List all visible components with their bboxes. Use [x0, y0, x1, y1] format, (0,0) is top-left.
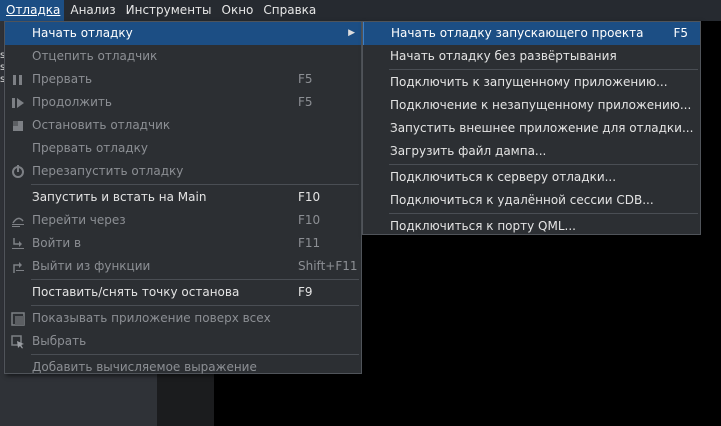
menu-item-label: Перезапустить отладку: [32, 164, 184, 178]
menu-item-interrupt[interactable]: Прервать F5: [5, 68, 361, 91]
menu-tools[interactable]: Инструменты: [120, 0, 216, 21]
menu-separator: [389, 164, 698, 165]
window-on-top-icon: [11, 312, 25, 326]
menu-item-shortcut: F5: [673, 26, 688, 40]
menu-item-start-debugging[interactable]: Начать отладку ▶: [5, 22, 361, 45]
menu-item-label: Прервать отладку: [32, 141, 148, 155]
menu-item-label: Подключить к запущенному приложению...: [390, 75, 668, 89]
menu-item-label: Выйти из функции: [32, 259, 151, 273]
menu-item-label: Начать отладку: [32, 26, 133, 40]
menu-item-label: Загрузить файл дампа...: [390, 144, 547, 158]
menu-item-restart-debugging[interactable]: Перезапустить отладку: [5, 160, 361, 183]
menu-item-label: Запустить и встать на Main: [32, 190, 207, 204]
menu-item-label: Подключение к незапущенному приложению..…: [390, 98, 692, 112]
menu-item-show-app-on-top[interactable]: Показывать приложение поверх всех: [5, 307, 361, 330]
step-into-icon: [12, 238, 24, 249]
menu-separator: [31, 354, 359, 355]
menu-debug[interactable]: Отладка: [0, 0, 65, 21]
menu-item-label: Остановить отладчик: [32, 118, 171, 132]
menu-item-label: Подключиться к удалённой сессии CDB...: [390, 193, 654, 207]
menu-item-shortcut: F5: [298, 95, 313, 109]
menu-item-label: Запустить внешнее приложение для отладки…: [390, 121, 694, 135]
pause-icon: [13, 75, 22, 85]
submenu-item-connect-debug-server[interactable]: Подключиться к серверу отладки...: [363, 166, 700, 189]
submenu-item-debug-startup-project[interactable]: Начать отладку запускающего проекта F5: [363, 22, 700, 45]
menu-item-shortcut: F9: [298, 285, 313, 299]
menu-item-continue[interactable]: Продолжить F5: [5, 91, 361, 114]
menu-separator: [31, 279, 359, 280]
menu-item-shortcut: F11: [298, 236, 321, 250]
menu-item-add-expression[interactable]: Добавить вычисляемое выражение: [5, 356, 361, 379]
menu-item-run-to-main[interactable]: Запустить и встать на Main F10: [5, 186, 361, 209]
menu-help[interactable]: Справка: [257, 0, 320, 21]
menu-analyze[interactable]: Анализ: [64, 0, 119, 21]
menu-item-label: Продолжить: [32, 95, 112, 109]
continue-icon: [12, 98, 24, 108]
step-over-icon: [12, 217, 24, 227]
submenu-item-load-dump-file[interactable]: Загрузить файл дампа...: [363, 140, 700, 163]
menu-bar: Отладка Анализ Инструменты Окно Справка: [0, 0, 721, 21]
menu-window[interactable]: Окно: [216, 0, 258, 21]
menu-item-toggle-breakpoint[interactable]: Поставить/снять точку останова F9: [5, 281, 361, 304]
menu-item-label: Начать отладку запускающего проекта: [391, 26, 644, 40]
menu-item-label: Подключиться к серверу отладки...: [390, 170, 617, 184]
menu-item-shortcut: F5: [298, 72, 313, 86]
menu-item-label: Перейти через: [32, 213, 126, 227]
menu-item-label: Начать отладку без развёртывания: [390, 49, 617, 63]
submenu-item-connect-qml-port[interactable]: Подключиться к порту QML...: [363, 215, 700, 238]
menu-item-select[interactable]: Выбрать: [5, 330, 361, 353]
menu-item-shortcut: F10: [298, 213, 321, 227]
menu-item-label: Добавить вычисляемое выражение: [32, 360, 257, 374]
submenu-item-debug-without-deploy[interactable]: Начать отладку без развёртывания: [363, 45, 700, 68]
select-cursor-icon: [11, 335, 24, 349]
menu-item-label: Отцепить отладчик: [32, 49, 158, 63]
menu-item-step-over[interactable]: Перейти через F10: [5, 209, 361, 232]
menu-item-label: Прервать: [32, 72, 93, 86]
menu-item-label: Подключиться к порту QML...: [390, 219, 576, 233]
menu-item-detach-debugger[interactable]: Отцепить отладчик: [5, 45, 361, 68]
menu-item-label: Выбрать: [32, 334, 87, 348]
debug-menu: Начать отладку ▶ Отцепить отладчик Прерв…: [4, 21, 362, 374]
menu-item-stop-debugger[interactable]: Остановить отладчик: [5, 114, 361, 137]
menu-separator: [31, 305, 359, 306]
submenu-item-attach-unstarted-app[interactable]: Подключение к незапущенному приложению..…: [363, 94, 700, 117]
menu-item-label: Войти в: [32, 236, 82, 250]
stop-icon: [13, 121, 23, 131]
start-debugging-submenu: Начать отладку запускающего проекта F5 Н…: [362, 21, 701, 235]
menu-item-label: Показывать приложение поверх всех: [32, 311, 271, 325]
menu-item-shortcut: Shift+F11: [298, 259, 358, 273]
restart-icon: [12, 165, 24, 178]
submenu-item-start-external-app[interactable]: Запустить внешнее приложение для отладки…: [363, 117, 700, 140]
menu-separator: [389, 213, 698, 214]
submenu-item-connect-cdb-session[interactable]: Подключиться к удалённой сессии CDB...: [363, 189, 700, 212]
submenu-arrow-icon: ▶: [348, 28, 355, 38]
menu-item-step-out[interactable]: Выйти из функции Shift+F11: [5, 255, 361, 278]
step-out-icon: [13, 262, 24, 273]
menu-item-label: Поставить/снять точку останова: [32, 285, 240, 299]
menu-separator: [31, 184, 359, 185]
menu-item-abort-debugging[interactable]: Прервать отладку: [5, 137, 361, 160]
menu-item-shortcut: F10: [298, 190, 321, 204]
menu-separator: [389, 69, 698, 70]
menu-item-step-into[interactable]: Войти в F11: [5, 232, 361, 255]
submenu-item-attach-running-app[interactable]: Подключить к запущенному приложению...: [363, 71, 700, 94]
